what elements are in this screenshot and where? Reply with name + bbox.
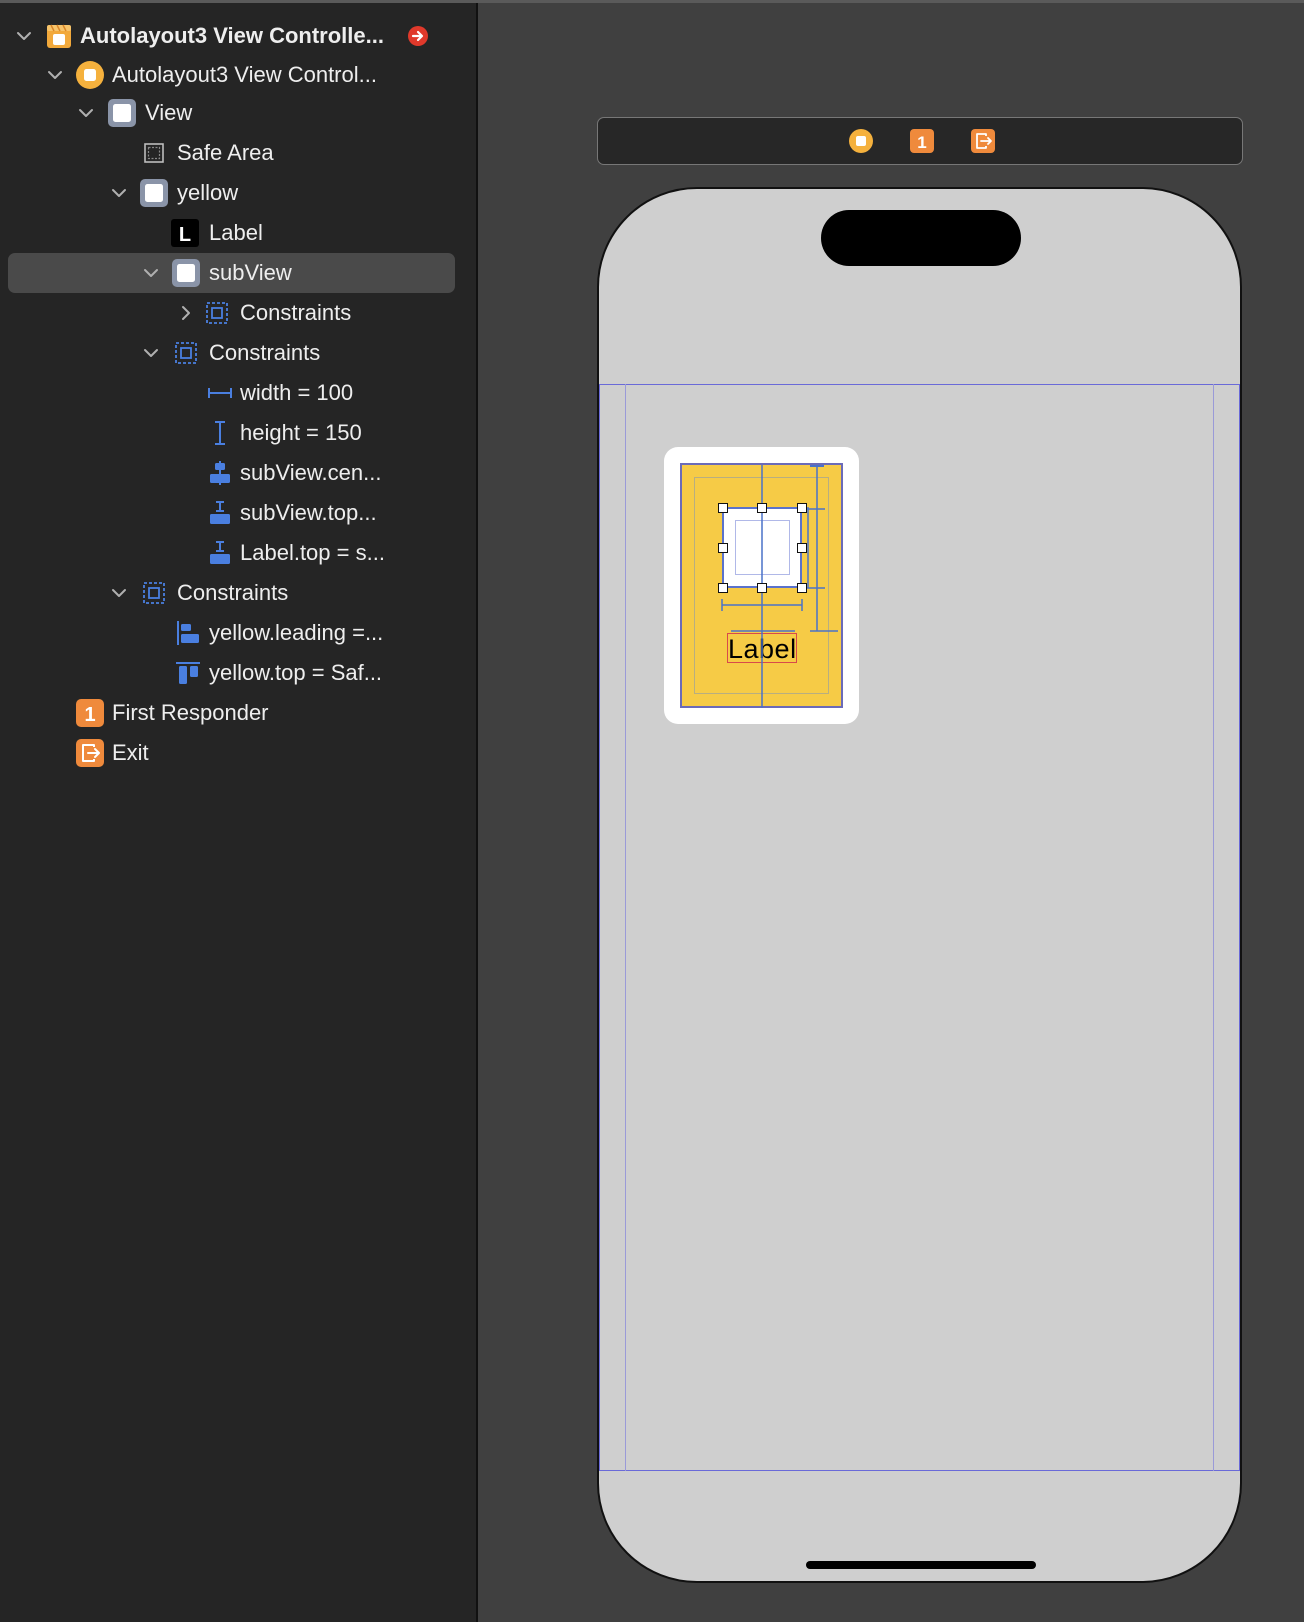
svg-text:1: 1 [84,704,95,726]
outline-row-label: height = 150 [240,420,362,445]
document-outline[interactable]: Autolayout3 View Controlle... Autolayout… [0,3,478,1622]
red-arrow-icon[interactable] [406,16,430,56]
resize-handle-right[interactable] [797,543,807,553]
chevron-down-icon[interactable] [137,253,165,293]
chevron-down-icon[interactable] [41,55,69,95]
outline-row-center-constraint[interactable]: subView.cen... [0,453,476,493]
first-responder-icon: 1 [74,697,106,729]
chevron-down-icon[interactable] [105,173,133,213]
chevron-right-icon[interactable] [172,293,200,333]
outline-row-label: Safe Area [177,140,274,165]
outline-row-label: Autolayout3 View Control... [112,62,377,87]
view-icon [106,97,138,129]
view-controller-icon[interactable] [848,128,874,154]
outline-row-label: width = 100 [240,380,354,405]
outline-row-constraints-collapsed[interactable]: Constraints [0,293,476,333]
outline-row-scene[interactable]: Autolayout3 View Controlle... [0,16,476,56]
outline-row-label: subView [209,260,292,285]
constraints-icon [138,577,170,609]
device-frame[interactable] [597,187,1242,1583]
layout-margin-right [1213,384,1214,1471]
constraints-icon [201,297,233,329]
outline-row-label: Label.top = s... [240,540,385,565]
outline-row-label-top-constraint[interactable]: Label.top = s... [0,533,476,573]
outline-row-label: Label [209,220,263,245]
resize-handle-bottom-right[interactable] [797,583,807,593]
exit-icon[interactable] [970,128,996,154]
view-icon [170,257,202,289]
width-constraint-icon [204,377,236,409]
outline-row-subview[interactable]: subView [8,253,455,293]
safe-area-icon [138,137,170,169]
height-constraint-icon [204,417,236,449]
chevron-down-icon[interactable] [10,16,38,56]
view-icon [138,177,170,209]
layout-margin-left [625,384,626,1471]
outline-row-label: Exit [112,740,149,765]
exit-icon [74,737,106,769]
resize-handle-top[interactable] [757,503,767,513]
outline-row-leading-constraint[interactable]: yellow.leading =... [0,613,476,653]
outline-row-label: First Responder [112,700,269,725]
outline-row-label: Constraints [240,300,352,325]
outline-row-first-responder[interactable]: 1 First Responder [0,693,476,733]
scene-icon [43,20,75,52]
outline-row-subview-top-constraint[interactable]: subView.top... [0,493,476,533]
vertical-spacing-constraint-icon [204,497,236,529]
constraints-icon [170,337,202,369]
resize-handle-bottom-left[interactable] [718,583,728,593]
resize-handle-top-right[interactable] [797,503,807,513]
outline-row-label: yellow [177,180,239,205]
outline-row-label-item[interactable]: L Label [0,213,476,253]
outline-row-exit[interactable]: Exit [0,733,476,773]
subview-margins [735,520,790,575]
svg-text:1: 1 [917,133,926,152]
outline-row-label: Constraints [177,580,289,605]
outline-row-label: yellow.top = Saf... [209,660,383,685]
home-indicator [806,1561,1036,1569]
first-responder-icon[interactable]: 1 [909,128,935,154]
resize-handle-left[interactable] [718,543,728,553]
resize-handle-bottom[interactable] [757,583,767,593]
outline-row-label: Autolayout3 View Controlle... [80,23,384,48]
dynamic-island [821,210,1021,266]
outline-row-label: yellow.leading =... [209,620,384,645]
outline-row-constraints-subview[interactable]: Constraints [0,333,476,373]
outline-row-yellow[interactable]: yellow [0,173,476,213]
outline-row-safe-area[interactable]: Safe Area [0,133,476,173]
canvas-label[interactable]: Label [727,633,797,664]
chevron-down-icon[interactable] [137,333,165,373]
vertical-spacing-constraint-icon [204,537,236,569]
svg-text:L: L [179,224,191,246]
outline-row-view[interactable]: View [0,93,476,133]
outline-row-top-constraint[interactable]: yellow.top = Saf... [0,653,476,693]
outline-row-constraints-yellow[interactable]: Constraints [0,573,476,613]
resize-handle-top-left[interactable] [718,503,728,513]
leading-constraint-icon [172,617,204,649]
label-icon: L [169,217,201,249]
outline-row-width-constraint[interactable]: width = 100 [0,373,476,413]
scene-dock[interactable]: 1 [597,117,1243,165]
chevron-down-icon[interactable] [72,93,100,133]
chevron-down-icon[interactable] [105,573,133,613]
outline-row-view-controller[interactable]: Autolayout3 View Control... [0,55,476,95]
view-controller-icon [74,59,106,91]
outline-row-label: View [145,100,193,125]
outline-row-height-constraint[interactable]: height = 150 [0,413,476,453]
top-constraint-icon [172,657,204,689]
outline-row-label: subView.top... [240,500,377,525]
center-constraint-icon [204,457,236,489]
outline-row-label: subView.cen... [240,460,382,485]
outline-row-label: Constraints [209,340,321,365]
